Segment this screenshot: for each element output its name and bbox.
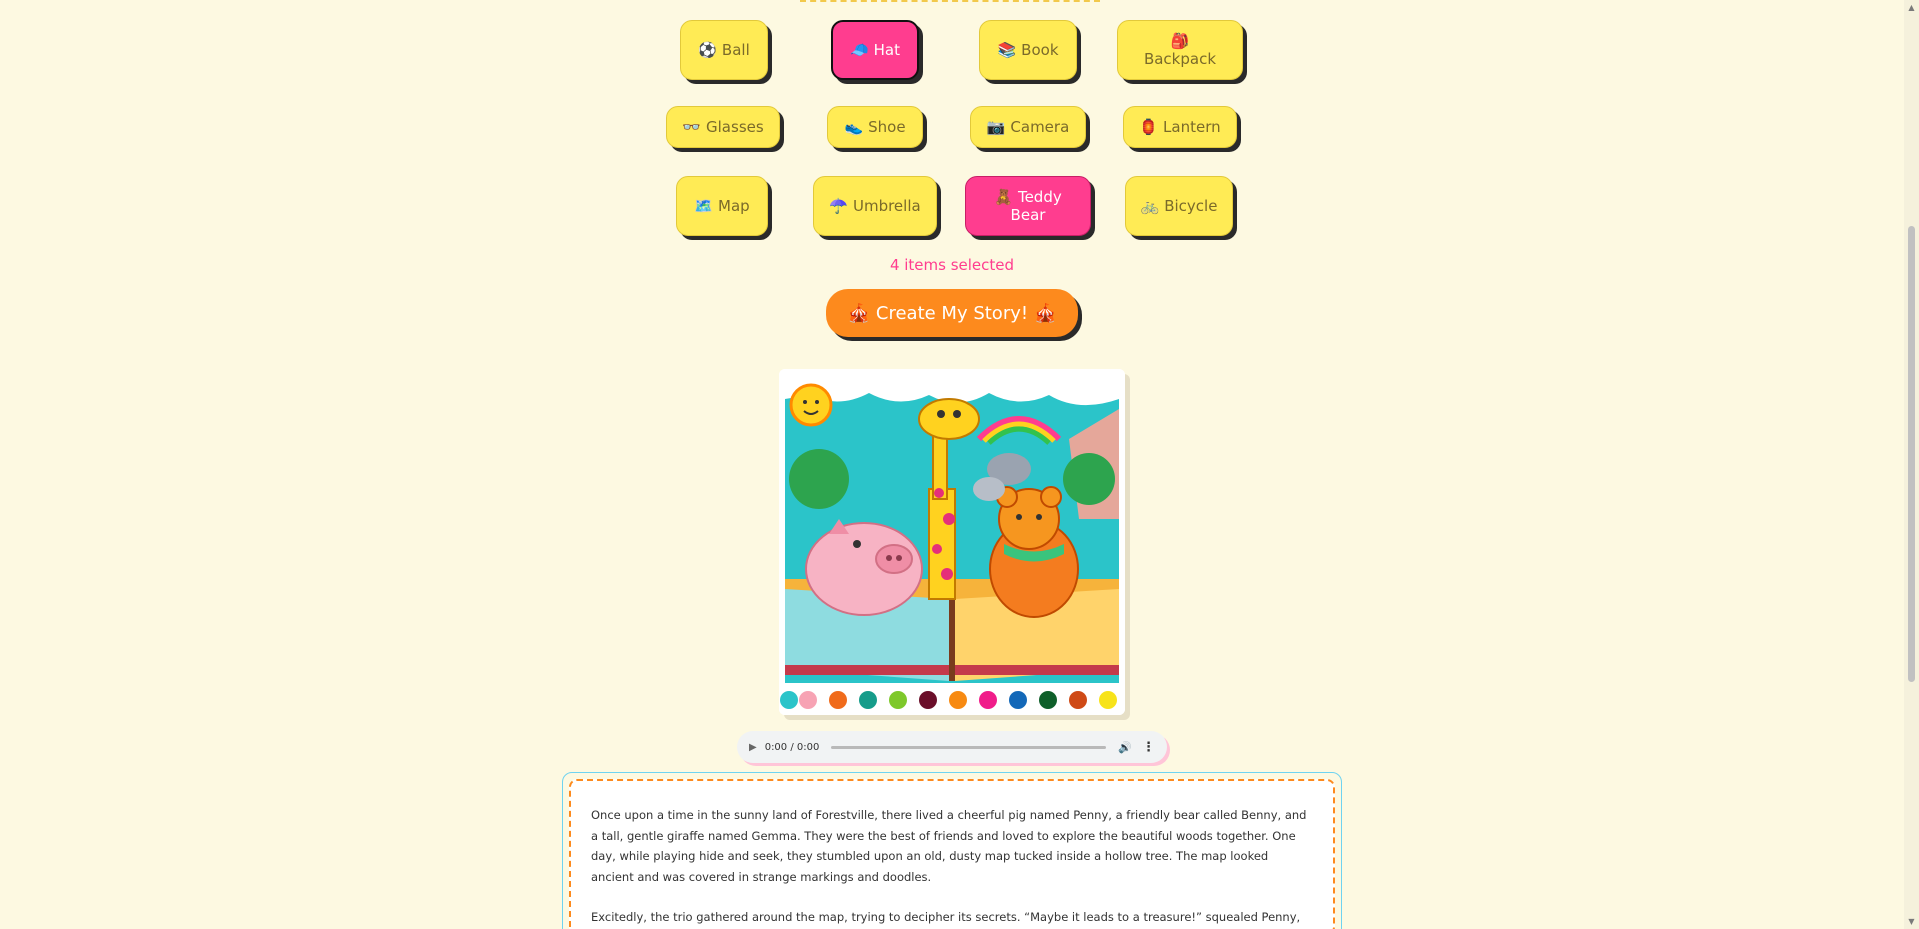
story-illustration [779,369,1125,715]
book-icon: 📚 [997,41,1017,59]
item-camera-button[interactable]: 📷 Camera [970,106,1086,148]
story-text: Once upon a time in the sunny land of Fo… [569,779,1335,929]
story-audio-player[interactable]: ▶ 0:00 / 0:00 🔊 ⋮ [737,731,1167,763]
item-label: Glasses [706,118,764,136]
item-label: Camera [1010,118,1070,136]
audio-progress-track[interactable] [831,745,1107,749]
item-book-button[interactable]: 📚 Book [979,20,1077,80]
volume-icon[interactable]: 🔊 [1118,741,1132,754]
scroll-up-icon[interactable]: ▲ [1904,3,1919,12]
item-label: Book [1021,41,1059,59]
teddy-bear-icon: 🧸 [994,188,1013,206]
page-scrollbar[interactable]: ▲ ▼ [1904,0,1919,929]
camera-icon: 📷 [986,118,1006,136]
item-label: Bicycle [1164,197,1218,215]
item-bicycle-button[interactable]: 🚲 Bicycle [1125,176,1233,236]
item-umbrella-button[interactable]: ☂️ Umbrella [813,176,937,236]
map-icon: 🗺️ [694,197,714,215]
color-swatches [780,687,1119,713]
umbrella-icon: ☂️ [829,197,848,215]
story-card: Once upon a time in the sunny land of Fo… [562,772,1342,929]
more-options-icon[interactable]: ⋮ [1142,740,1155,755]
circus-tent-icon: 🎪 [847,302,870,324]
story-builder-page: ⚽ Ball 🧢 Hat 📚 Book 🎒 Backpack 👓 Glasses 👟 Sho… [0,0,1919,929]
item-label: Hat [873,41,901,59]
item-teddy-bear-button[interactable]: 🧸 Teddy Bear [965,176,1091,236]
item-label: Map [718,197,750,215]
audio-time: 0:00 / 0:00 [764,741,820,753]
create-story-label: Create My Story! [875,302,1029,324]
scroll-down-icon[interactable]: ▼ [1904,917,1919,926]
selection-count: 4 items selected [889,256,1015,274]
item-label: Umbrella [852,197,921,215]
bicycle-icon: 🚲 [1140,197,1160,215]
backpack-icon: 🎒 [1170,32,1190,50]
ball-icon: ⚽ [698,41,717,59]
item-label: Backpack [1143,50,1217,68]
play-icon[interactable]: ▶ [749,742,757,753]
item-label: Teddy Bear [1010,188,1062,224]
create-story-button[interactable]: 🎪 Create My Story! 🎪 [826,289,1078,337]
lantern-icon: 🏮 [1139,118,1159,136]
story-paragraph: Once upon a time in the sunny land of Fo… [591,808,1307,884]
item-ball-button[interactable]: ⚽ Ball [680,20,768,80]
item-map-button[interactable]: 🗺️ Map [676,176,768,236]
item-backpack-button[interactable]: 🎒 Backpack [1117,20,1243,80]
shoe-icon: 👟 [844,118,864,136]
story-paragraph: Excitedly, the trio gathered around the … [591,910,1301,924]
scrollbar-thumb[interactable] [1908,226,1915,682]
circus-tent-icon: 🎪 [1034,302,1057,324]
item-shoe-button[interactable]: 👟 Shoe [827,106,923,148]
story-illustration-image [779,369,1125,715]
item-label: Shoe [868,118,906,136]
item-hat-button[interactable]: 🧢 Hat [831,20,919,80]
item-label: Lantern [1163,118,1221,136]
item-label: Ball [721,41,750,59]
hat-icon: 🧢 [849,41,869,59]
item-lantern-button[interactable]: 🏮 Lantern [1123,106,1237,148]
item-glasses-button[interactable]: 👓 Glasses [666,106,780,148]
section-divider [800,0,1100,4]
glasses-icon: 👓 [682,118,702,136]
